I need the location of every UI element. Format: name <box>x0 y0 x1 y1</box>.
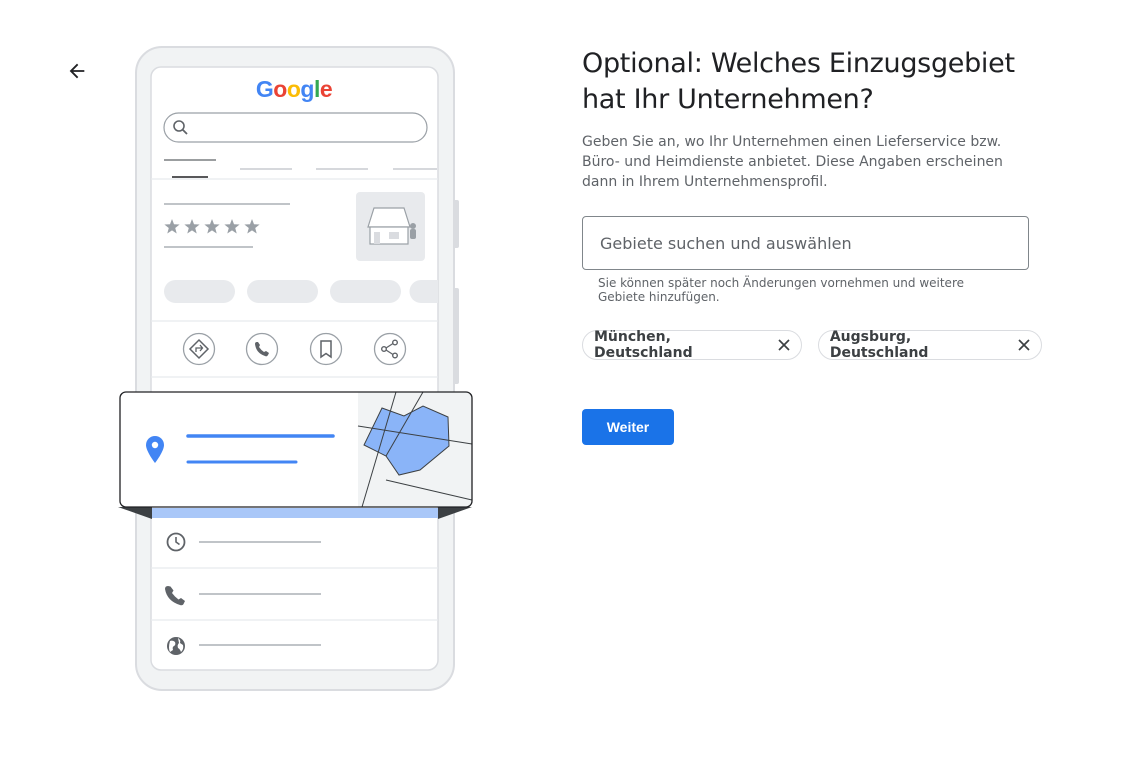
phone-icon <box>245 332 279 366</box>
area-chip-label: München, Deutschland <box>594 329 693 361</box>
next-button[interactable]: Weiter <box>582 409 674 445</box>
bookmark-icon <box>309 332 343 366</box>
area-chip: Augsburg, Deutschland <box>817 329 1042 361</box>
google-logo: Google <box>256 76 332 102</box>
directions-icon <box>182 332 216 366</box>
area-chip-remove-button[interactable] <box>775 336 793 354</box>
share-icon <box>373 332 407 366</box>
page-description: Geben Sie an, wo Ihr Unternehmen einen L… <box>582 134 1003 190</box>
business-profile-illustration: Google <box>118 46 473 691</box>
close-icon <box>778 339 790 351</box>
arrow-back-icon <box>69 63 85 79</box>
main-content: Optional: Welches Einzugsgebiet hat Ihr … <box>582 46 1042 445</box>
close-icon <box>1018 339 1030 351</box>
area-search-field[interactable] <box>582 216 1029 270</box>
globe-icon <box>167 637 185 655</box>
area-chip: München, Deutschland <box>582 329 802 361</box>
back-button[interactable] <box>60 54 94 88</box>
service-area-card <box>119 391 473 508</box>
selected-areas: München, Deutschland Augsburg, Deutschla… <box>582 329 1042 361</box>
store-icon <box>356 192 425 261</box>
page-title: Optional: Welches Einzugsgebiet hat Ihr … <box>582 48 1015 115</box>
search-hint: Sie können später noch Änderungen vorneh… <box>598 276 964 304</box>
area-chip-label: Augsburg, Deutschland <box>829 329 929 361</box>
area-chip-remove-button[interactable] <box>1016 336 1034 354</box>
illustration-search-bar <box>163 112 428 143</box>
area-search-input[interactable] <box>598 232 1013 254</box>
